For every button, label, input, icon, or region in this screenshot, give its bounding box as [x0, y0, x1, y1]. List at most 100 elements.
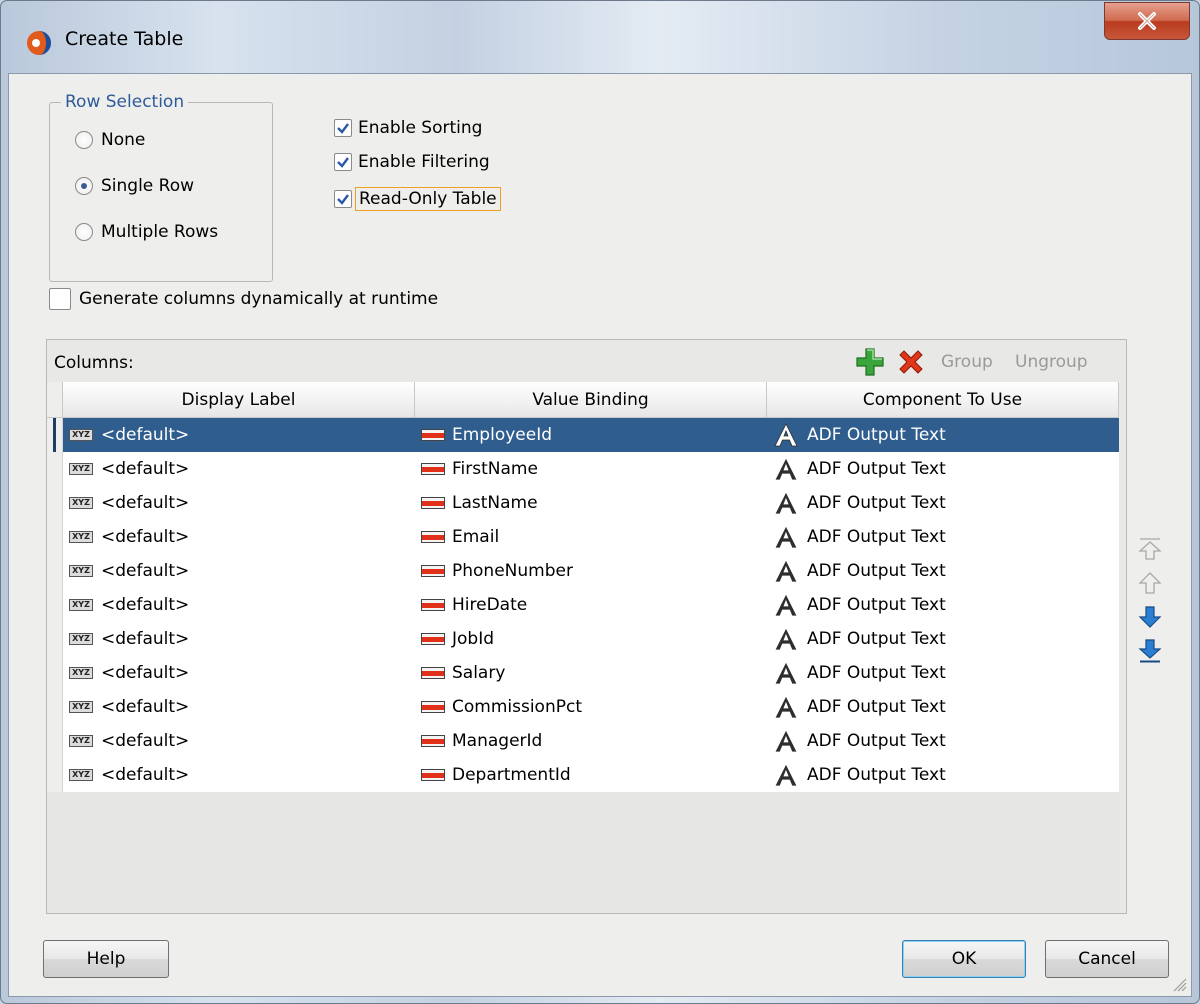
value-binding-cell[interactable]: Salary	[415, 656, 767, 690]
xyz-text-icon: XYZ	[69, 633, 93, 645]
table-row[interactable]: XYZ <default> CommissionPct ADF Output Text	[47, 690, 1119, 724]
display-label-cell[interactable]: XYZ <default>	[63, 418, 415, 452]
table-row[interactable]: XYZ <default> JobId ADF Output Text	[47, 622, 1119, 656]
value-binding-cell[interactable]: FirstName	[415, 452, 767, 486]
value-binding-cell[interactable]: ManagerId	[415, 724, 767, 758]
value-binding-cell[interactable]: Email	[415, 520, 767, 554]
move-bottom-button[interactable]	[1137, 638, 1163, 664]
display-label-cell[interactable]: XYZ <default>	[63, 724, 415, 758]
move-bottom-icon	[1138, 639, 1162, 663]
delete-column-button[interactable]	[897, 348, 925, 376]
value-binding-cell[interactable]: DepartmentId	[415, 758, 767, 792]
component-cell[interactable]: ADF Output Text	[767, 758, 1119, 792]
add-icon	[856, 348, 884, 376]
ok-button-label: OK	[951, 949, 977, 969]
component-cell[interactable]: ADF Output Text	[767, 554, 1119, 588]
read-only-checkbox[interactable]	[334, 190, 352, 208]
display-label-cell[interactable]: XYZ <default>	[63, 690, 415, 724]
display-label-cell[interactable]: XYZ <default>	[63, 452, 415, 486]
move-top-button[interactable]	[1137, 536, 1163, 562]
radio-single-row-indicator[interactable]	[75, 177, 93, 195]
component-cell[interactable]: ADF Output Text	[767, 486, 1119, 520]
table-row[interactable]: XYZ <default> Email ADF Output Text	[47, 520, 1119, 554]
ok-button[interactable]: OK	[902, 940, 1026, 978]
output-text-icon	[774, 491, 798, 515]
row-marker	[47, 520, 63, 554]
table-row[interactable]: XYZ <default> EmployeeId ADF Output Text	[47, 418, 1119, 452]
value-binding-cell[interactable]: EmployeeId	[415, 418, 767, 452]
component-value: ADF Output Text	[807, 561, 946, 581]
display-label-cell[interactable]: XYZ <default>	[63, 758, 415, 792]
ungroup-button[interactable]: Ungroup	[1015, 352, 1088, 372]
display-label-value: <default>	[101, 629, 190, 649]
component-cell[interactable]: ADF Output Text	[767, 656, 1119, 690]
radio-none-indicator[interactable]	[75, 131, 93, 149]
row-marker	[47, 554, 63, 588]
radio-none[interactable]: None	[75, 130, 145, 150]
value-binding-cell[interactable]: LastName	[415, 486, 767, 520]
output-text-icon	[774, 593, 798, 617]
radio-multiple-rows[interactable]: Multiple Rows	[75, 222, 218, 242]
attribute-icon	[421, 599, 445, 611]
output-text-icon	[774, 559, 798, 583]
radio-single-row[interactable]: Single Row	[75, 176, 194, 196]
value-binding-value: DepartmentId	[452, 765, 571, 785]
header-value-binding[interactable]: Value Binding	[415, 382, 767, 418]
component-cell[interactable]: ADF Output Text	[767, 452, 1119, 486]
display-label-cell[interactable]: XYZ <default>	[63, 622, 415, 656]
display-label-cell[interactable]: XYZ <default>	[63, 588, 415, 622]
display-label-cell[interactable]: XYZ <default>	[63, 656, 415, 690]
value-binding-cell[interactable]: CommissionPct	[415, 690, 767, 724]
value-binding-value: HireDate	[452, 595, 528, 615]
value-binding-cell[interactable]: PhoneNumber	[415, 554, 767, 588]
component-cell[interactable]: ADF Output Text	[767, 520, 1119, 554]
row-marker	[47, 418, 63, 452]
component-cell[interactable]: ADF Output Text	[767, 690, 1119, 724]
enable-filtering-option[interactable]: Enable Filtering	[334, 152, 490, 172]
component-cell[interactable]: ADF Output Text	[767, 418, 1119, 452]
table-row[interactable]: XYZ <default> PhoneNumber ADF Output Text	[47, 554, 1119, 588]
enable-sorting-option[interactable]: Enable Sorting	[334, 118, 482, 138]
dialog-title: Create Table	[65, 28, 184, 50]
help-button[interactable]: Help	[43, 940, 169, 978]
enable-sorting-checkbox[interactable]	[334, 119, 352, 137]
move-down-icon	[1138, 606, 1162, 628]
generate-dynamic-option[interactable]: Generate columns dynamically at runtime	[49, 288, 438, 310]
value-binding-cell[interactable]: JobId	[415, 622, 767, 656]
component-cell[interactable]: ADF Output Text	[767, 724, 1119, 758]
group-button[interactable]: Group	[941, 352, 993, 372]
table-row[interactable]: XYZ <default> Salary ADF Output Text	[47, 656, 1119, 690]
table-row[interactable]: XYZ <default> FirstName ADF Output Text	[47, 452, 1119, 486]
display-label-cell[interactable]: XYZ <default>	[63, 554, 415, 588]
move-down-button[interactable]	[1137, 604, 1163, 630]
read-only-option[interactable]: Read-Only Table	[334, 187, 501, 211]
display-label-value: <default>	[101, 595, 190, 615]
attribute-icon	[421, 735, 445, 747]
header-display-label[interactable]: Display Label	[63, 382, 415, 418]
component-cell[interactable]: ADF Output Text	[767, 588, 1119, 622]
display-label-cell[interactable]: XYZ <default>	[63, 520, 415, 554]
header-component-to-use[interactable]: Component To Use	[767, 382, 1119, 418]
display-label-cell[interactable]: XYZ <default>	[63, 486, 415, 520]
table-row[interactable]: XYZ <default> DepartmentId ADF Output Text	[47, 758, 1119, 792]
value-binding-value: LastName	[452, 493, 538, 513]
move-up-button[interactable]	[1137, 570, 1163, 596]
output-text-icon	[774, 525, 798, 549]
resize-grip-icon[interactable]	[1171, 976, 1187, 992]
value-binding-value: Email	[452, 527, 500, 547]
value-binding-cell[interactable]: HireDate	[415, 588, 767, 622]
component-cell[interactable]: ADF Output Text	[767, 622, 1119, 656]
row-marker	[47, 452, 63, 486]
table-row[interactable]: XYZ <default> ManagerId ADF Output Text	[47, 724, 1119, 758]
cancel-button[interactable]: Cancel	[1045, 940, 1169, 978]
table-body: XYZ <default> EmployeeId ADF Output Text XYZ…	[47, 418, 1119, 792]
table-row[interactable]: XYZ <default> HireDate ADF Output Text	[47, 588, 1119, 622]
generate-dynamic-checkbox[interactable]	[49, 288, 71, 310]
component-value: ADF Output Text	[807, 595, 946, 615]
close-button[interactable]	[1104, 2, 1190, 40]
table-row[interactable]: XYZ <default> LastName ADF Output Text	[47, 486, 1119, 520]
add-column-button[interactable]	[855, 347, 885, 377]
attribute-icon	[421, 497, 445, 509]
radio-multiple-rows-indicator[interactable]	[75, 223, 93, 241]
enable-filtering-checkbox[interactable]	[334, 153, 352, 171]
